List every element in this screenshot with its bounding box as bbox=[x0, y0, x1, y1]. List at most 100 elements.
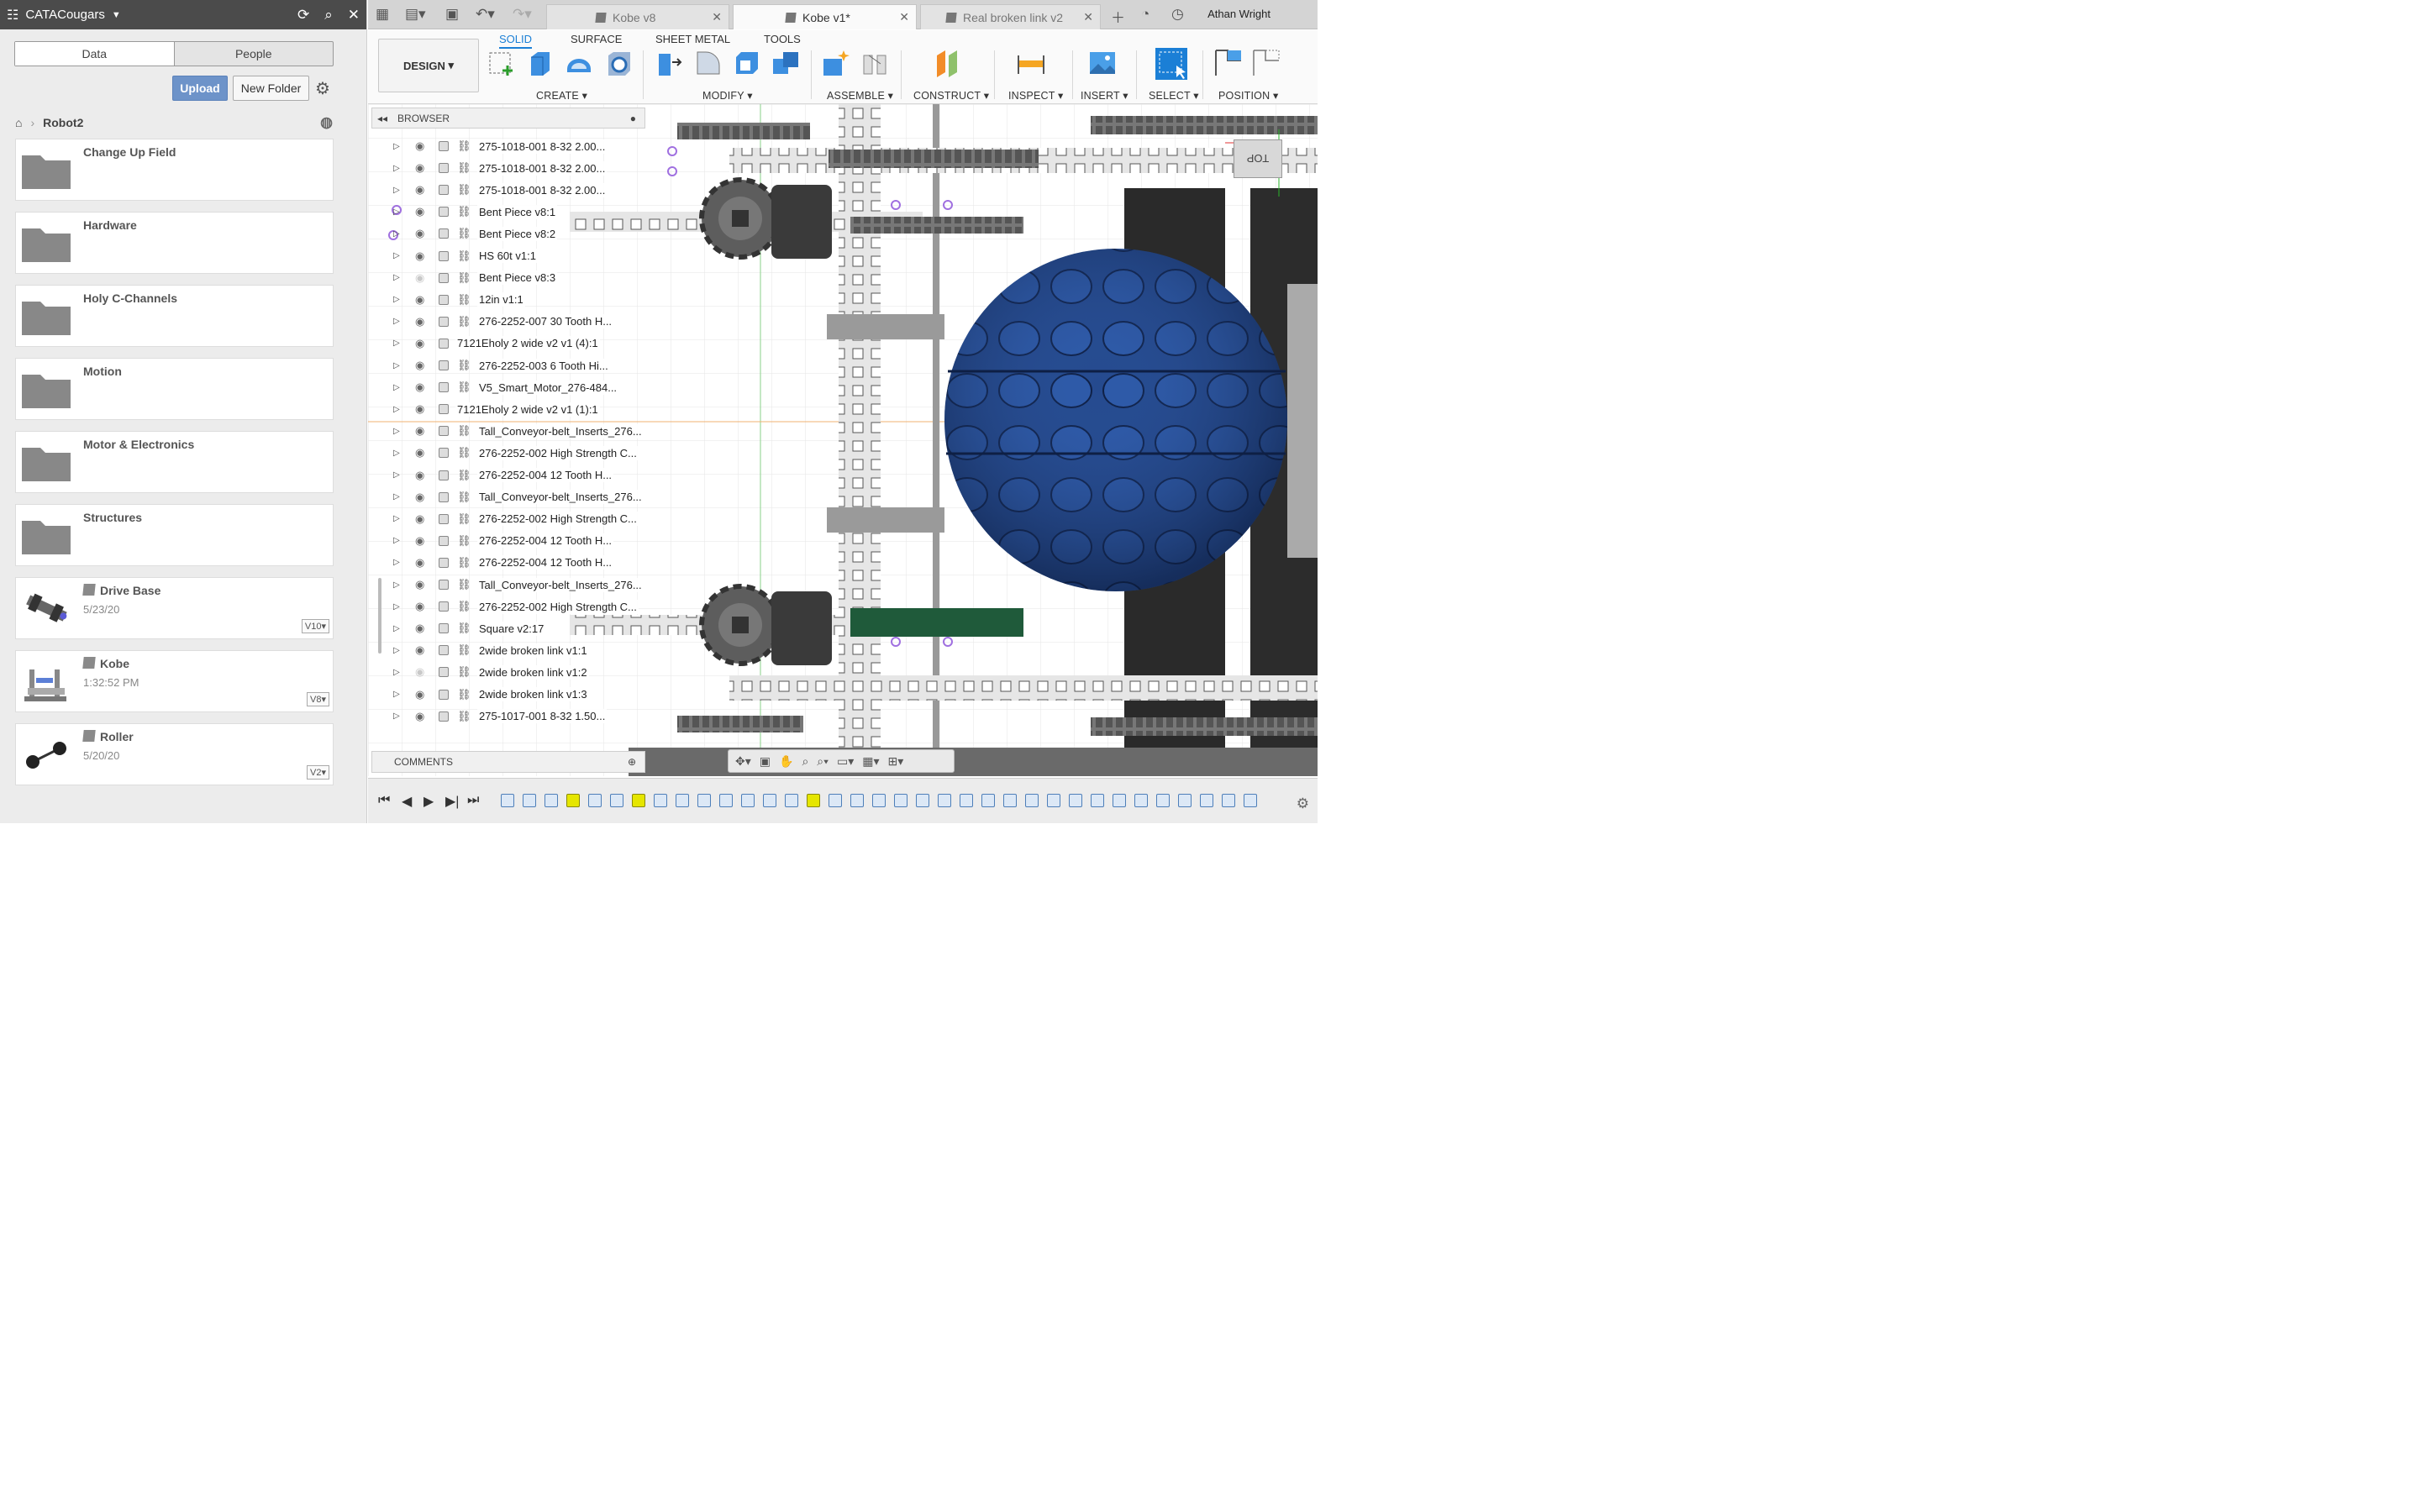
design-card[interactable]: Kobe 1:32:52 PM V8▾ bbox=[15, 650, 334, 712]
expand-arrow-icon[interactable]: ▷ bbox=[393, 449, 405, 458]
hole-icon[interactable] bbox=[605, 49, 634, 77]
go-to-end-icon[interactable]: ⏭ bbox=[467, 793, 479, 808]
expand-arrow-icon[interactable]: ▷ bbox=[393, 251, 405, 260]
visibility-icon[interactable]: ◉ bbox=[415, 271, 432, 285]
browser-item[interactable]: ▷ ◉ ⛓ 276-2252-004 12 Tooth H... bbox=[393, 531, 614, 551]
visibility-icon[interactable]: ◉ bbox=[415, 469, 432, 482]
timeline-feature[interactable] bbox=[1003, 794, 1017, 807]
tab-real-broken-link[interactable]: Real broken link v2 ✕ bbox=[920, 4, 1101, 29]
browser-item[interactable]: ▷ ◉ ⛓ 2wide broken link v1:1 bbox=[393, 640, 589, 660]
gear-icon[interactable]: ⚙ bbox=[315, 78, 330, 99]
visibility-icon[interactable]: ◉ bbox=[415, 710, 432, 723]
visibility-icon[interactable]: ◉ bbox=[415, 512, 432, 526]
browser-item[interactable]: ▷ ◉ ⛓ Square v2:17 bbox=[393, 618, 546, 638]
tab-solid[interactable]: SOLID bbox=[499, 33, 533, 49]
expand-arrow-icon[interactable]: ▷ bbox=[393, 229, 405, 239]
expand-arrow-icon[interactable]: ▷ bbox=[393, 602, 405, 612]
inspect-menu[interactable]: INSPECT ▾ bbox=[1008, 89, 1064, 102]
offset-plane-icon[interactable] bbox=[934, 49, 962, 77]
fillet-icon[interactable] bbox=[694, 49, 723, 77]
browser-item[interactable]: ▷ ◉ ⛓ 2wide broken link v1:2 bbox=[393, 662, 589, 682]
folder-card[interactable]: Holy C-Channels bbox=[15, 285, 334, 347]
tab-people[interactable]: People bbox=[175, 42, 334, 66]
job-status-icon[interactable]: ◷ bbox=[1171, 6, 1184, 23]
viewports-icon[interactable]: ⊞▾ bbox=[888, 754, 904, 769]
comments-panel[interactable]: COMMENTS ⊕ bbox=[371, 751, 645, 773]
browser-item[interactable]: ▷ ◉ ⛓ 276-2252-004 12 Tooth H... bbox=[393, 465, 614, 486]
timeline-feature[interactable] bbox=[1047, 794, 1060, 807]
browser-item[interactable]: ▷ ◉ ⛓ HS 60t v1:1 bbox=[393, 246, 538, 266]
visibility-icon[interactable]: ◉ bbox=[415, 578, 432, 591]
timeline-feature[interactable] bbox=[763, 794, 776, 807]
chevron-down-icon[interactable]: ▼ bbox=[112, 10, 121, 20]
timeline-feature[interactable] bbox=[1200, 794, 1213, 807]
visibility-icon[interactable]: ◉ bbox=[415, 315, 432, 328]
grid-menu-icon[interactable]: ▦ bbox=[376, 6, 389, 23]
visibility-icon[interactable]: ◉ bbox=[415, 534, 432, 548]
timeline-feature[interactable] bbox=[676, 794, 689, 807]
expand-arrow-icon[interactable]: ▷ bbox=[393, 339, 405, 348]
timeline-feature[interactable] bbox=[1178, 794, 1192, 807]
timeline-feature[interactable] bbox=[1069, 794, 1082, 807]
redo-icon[interactable]: ↷▾ bbox=[513, 6, 532, 23]
tab-kobe-v8[interactable]: Kobe v8 ✕ bbox=[546, 4, 729, 29]
visibility-icon[interactable]: ◉ bbox=[415, 556, 432, 570]
visibility-icon[interactable]: ◉ bbox=[415, 381, 432, 394]
timeline-feature[interactable] bbox=[1222, 794, 1235, 807]
visibility-icon[interactable]: ◉ bbox=[415, 161, 432, 175]
visibility-icon[interactable]: ◉ bbox=[415, 600, 432, 613]
new-component-icon[interactable] bbox=[822, 49, 850, 77]
modify-menu[interactable]: MODIFY ▾ bbox=[702, 89, 753, 102]
position-menu[interactable]: POSITION ▾ bbox=[1218, 89, 1278, 102]
expand-arrow-icon[interactable]: ▷ bbox=[393, 317, 405, 326]
gear-icon[interactable]: ⚙ bbox=[1297, 795, 1309, 812]
tab-tools[interactable]: TOOLS bbox=[764, 33, 801, 45]
play-icon[interactable]: ▶ bbox=[424, 793, 434, 810]
undo-icon[interactable]: ↶▾ bbox=[476, 6, 495, 23]
measure-icon[interactable] bbox=[1017, 49, 1045, 77]
browser-item[interactable]: ▷ ◉ ⛓ 276-2252-002 High Strength C... bbox=[393, 443, 639, 463]
workspace-switcher[interactable]: DESIGN ▾ bbox=[378, 39, 479, 92]
fit-icon[interactable]: ⌕▾ bbox=[817, 754, 829, 769]
close-icon[interactable]: ✕ bbox=[348, 7, 360, 24]
browser-item[interactable]: ▷ ◉ ⛓ Bent Piece v8:3 bbox=[393, 268, 558, 288]
browser-item[interactable]: ▷ ◉ ⛓ 275-1018-001 8-32 2.00... bbox=[393, 136, 608, 156]
expand-arrow-icon[interactable]: ▷ bbox=[393, 536, 405, 545]
step-back-icon[interactable]: ◀ bbox=[402, 793, 412, 810]
new-tab-icon[interactable]: ＋ bbox=[1111, 6, 1125, 27]
browser-item[interactable]: ▷ ◉ ⛓ Tall_Conveyor-belt_Inserts_276... bbox=[393, 487, 644, 507]
browser-item[interactable]: ▷ ◉ ⛓ V5_Smart_Motor_276-484... bbox=[393, 377, 619, 397]
expand-arrow-icon[interactable]: ▷ bbox=[393, 273, 405, 282]
joint-icon[interactable] bbox=[860, 49, 889, 77]
display-settings-icon[interactable]: ▭▾ bbox=[837, 754, 854, 769]
close-icon[interactable]: ✕ bbox=[712, 10, 722, 24]
browser-item[interactable]: ▷ ◉ ⛓ 276-2252-004 12 Tooth H... bbox=[393, 553, 614, 573]
timeline-feature[interactable] bbox=[654, 794, 667, 807]
grid-settings-icon[interactable]: ▦▾ bbox=[862, 754, 879, 769]
construct-menu[interactable]: CONSTRUCT ▾ bbox=[913, 89, 989, 102]
folder-card[interactable]: Structures bbox=[15, 504, 334, 566]
expand-arrow-icon[interactable]: ▷ bbox=[393, 383, 405, 392]
extensions-icon[interactable]: ◔ bbox=[1141, 6, 1150, 23]
expand-arrow-icon[interactable]: ▷ bbox=[393, 427, 405, 436]
browser-item[interactable]: ▷ ◉ ⛓ Bent Piece v8:1 bbox=[393, 202, 558, 222]
create-sketch-icon[interactable] bbox=[487, 49, 516, 77]
expand-arrow-icon[interactable]: ▷ bbox=[393, 186, 405, 195]
tab-surface[interactable]: SURFACE bbox=[571, 33, 622, 45]
timeline-feature[interactable] bbox=[1113, 794, 1126, 807]
timeline-feature[interactable] bbox=[872, 794, 886, 807]
visibility-icon[interactable]: ◉ bbox=[415, 227, 432, 240]
visibility-icon[interactable]: ◉ bbox=[415, 205, 432, 218]
refresh-icon[interactable]: ⟳ bbox=[297, 7, 309, 24]
browser-scrollbar[interactable] bbox=[378, 578, 381, 654]
close-icon[interactable]: ✕ bbox=[1083, 10, 1093, 24]
3d-viewport[interactable]: TOP ◂◂ BROWSER ● ▷ ◉ ⛓ 275-1018-001 8-32 2.… bbox=[368, 104, 1318, 776]
expand-arrow-icon[interactable]: ▷ bbox=[393, 405, 405, 414]
browser-header[interactable]: ◂◂ BROWSER ● bbox=[371, 108, 645, 129]
upload-button[interactable]: Upload bbox=[172, 76, 228, 101]
timeline-feature[interactable] bbox=[523, 794, 536, 807]
visibility-icon[interactable]: ◉ bbox=[415, 424, 432, 438]
revert-position-icon[interactable] bbox=[1252, 49, 1281, 77]
browser-item[interactable]: ▷ ◉ ⛓ 276-2252-007 30 Tooth H... bbox=[393, 312, 614, 332]
timeline-feature[interactable] bbox=[1156, 794, 1170, 807]
